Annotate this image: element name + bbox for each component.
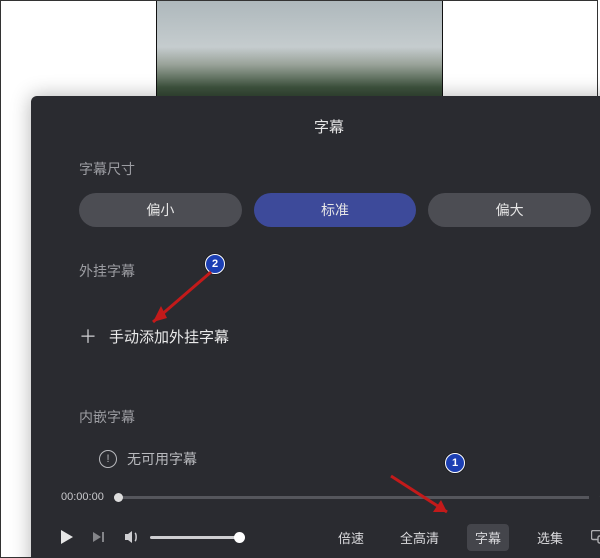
plus-icon: ＋: [79, 323, 97, 349]
quality-button[interactable]: 全高清: [392, 524, 447, 551]
size-options: 偏小 标准 偏大: [31, 193, 600, 227]
volume-control[interactable]: [124, 529, 240, 545]
info-icon: !: [99, 450, 117, 468]
time-current: 00:00:00: [61, 491, 104, 503]
add-external-subtitle-button[interactable]: ＋ 手动添加外挂字幕: [31, 295, 600, 349]
annotation-badge-2: 2: [205, 254, 225, 274]
add-external-label: 手动添加外挂字幕: [109, 326, 229, 347]
seek-thumb[interactable]: [114, 493, 123, 502]
size-large-button[interactable]: 偏大: [428, 193, 591, 227]
size-standard-button[interactable]: 标准: [254, 193, 417, 227]
seek-track[interactable]: [114, 496, 590, 499]
play-button[interactable]: [61, 530, 73, 544]
size-small-button[interactable]: 偏小: [79, 193, 242, 227]
next-button[interactable]: [93, 532, 104, 542]
timeline[interactable]: 00:00:00 00:00: [61, 487, 600, 507]
play-icon: [61, 530, 73, 544]
subtitle-panel: 字幕 字幕尺寸 偏小 标准 偏大 外挂字幕 ＋ 手动添加外挂字幕 内嵌字幕 ! …: [31, 96, 600, 558]
embedded-unavailable-label: 无可用字幕: [127, 449, 197, 469]
episode-button[interactable]: 选集: [529, 524, 571, 551]
speed-button[interactable]: 倍速: [330, 524, 372, 551]
volume-icon: [124, 529, 142, 545]
size-section-label: 字幕尺寸: [31, 159, 600, 193]
external-section-label: 外挂字幕: [79, 261, 600, 295]
volume-slider[interactable]: [150, 536, 240, 539]
next-icon: [93, 532, 104, 542]
subtitle-button[interactable]: 字幕: [467, 524, 509, 551]
pip-button[interactable]: [591, 530, 600, 544]
annotation-badge-1: 1: [445, 453, 465, 473]
embedded-section-label: 内嵌字幕: [31, 349, 600, 427]
embedded-unavailable-row: ! 无可用字幕: [31, 427, 600, 469]
volume-knob[interactable]: [234, 532, 245, 543]
pip-icon: [591, 530, 600, 544]
player-controls: 倍速 全高清 字幕 选集: [31, 521, 600, 553]
panel-title: 字幕: [31, 96, 600, 159]
